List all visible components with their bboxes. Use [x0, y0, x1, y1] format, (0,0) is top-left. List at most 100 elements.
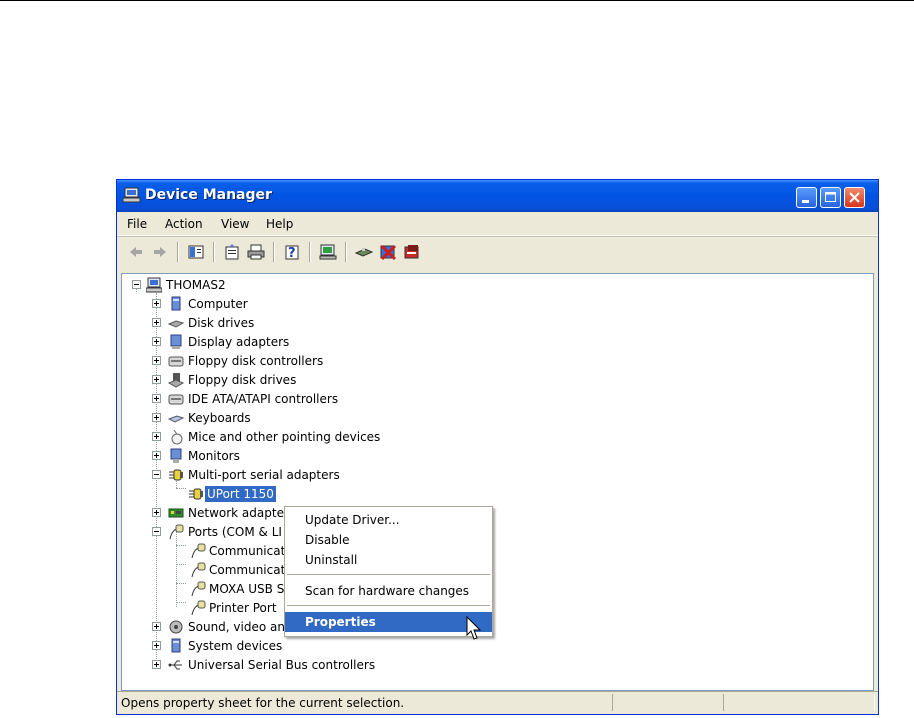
- tree-label: Mice and other pointing devices: [188, 430, 381, 444]
- tree-line: [176, 531, 177, 607]
- context-item-properties[interactable]: Properties: [285, 612, 492, 632]
- context-item-uninstall[interactable]: Uninstall: [285, 550, 492, 570]
- toolbar-separator: [345, 242, 347, 262]
- expand-icon[interactable]: [152, 432, 161, 441]
- toolbar-separator: [273, 242, 275, 262]
- expand-icon[interactable]: [152, 413, 161, 422]
- port-icon: [191, 562, 206, 578]
- expand-icon[interactable]: [152, 394, 161, 403]
- scan-hardware-icon[interactable]: [319, 243, 337, 261]
- tree-label: Ports (COM & LI: [188, 525, 282, 539]
- context-separator: [287, 605, 490, 606]
- tree-label: System devices: [188, 639, 283, 653]
- print-icon[interactable]: [247, 243, 265, 261]
- collapse-icon[interactable]: [152, 470, 161, 479]
- title-bar[interactable]: Device Manager: [117, 180, 878, 212]
- console-tree-icon[interactable]: [187, 243, 205, 261]
- help-icon[interactable]: ?: [283, 243, 301, 261]
- toolbar-separator: [177, 242, 179, 262]
- context-item-label: Uninstall: [305, 553, 358, 567]
- tree-line: [176, 602, 186, 603]
- expand-icon[interactable]: [152, 299, 161, 308]
- tree-label: Communicat: [209, 544, 286, 558]
- maximize-button[interactable]: [820, 187, 841, 208]
- expand-icon[interactable]: [152, 337, 161, 346]
- menu-help[interactable]: Help: [266, 217, 293, 231]
- ide-controller-icon: [168, 394, 184, 405]
- collapse-icon[interactable]: [152, 527, 161, 536]
- expand-icon[interactable]: [152, 375, 161, 384]
- close-button[interactable]: [844, 187, 865, 208]
- context-item-disable[interactable]: Disable: [285, 530, 492, 550]
- sound-icon: [169, 620, 183, 634]
- collapse-icon[interactable]: [132, 280, 141, 289]
- status-panel: [612, 694, 724, 711]
- tree-line: [176, 488, 186, 489]
- context-menu: Update Driver... Disable Uninstall Scan …: [284, 506, 493, 637]
- status-panel: [723, 694, 875, 711]
- back-arrow-icon[interactable]: [127, 243, 145, 261]
- network-adapter-icon: [168, 508, 184, 518]
- tree-label: Keyboards: [188, 411, 251, 425]
- menu-bar: File Action View Help: [117, 213, 878, 236]
- tree-label: Multi-port serial adapters: [188, 468, 340, 482]
- toolbar: ?: [117, 236, 878, 267]
- port-icon: [169, 524, 184, 540]
- maximize-icon: [825, 192, 836, 202]
- status-text: Opens property sheet for the current sel…: [121, 696, 405, 710]
- update-driver-icon[interactable]: [355, 243, 373, 261]
- toolbar-separator: [309, 242, 311, 262]
- toolbar-separator: [213, 242, 215, 262]
- page-top-rule: [0, 0, 914, 1]
- mouse-icon: [171, 429, 183, 445]
- expand-icon[interactable]: [152, 356, 161, 365]
- monitor-icon: [170, 448, 182, 463]
- status-bar: Opens property sheet for the current sel…: [117, 691, 878, 714]
- tree-label: THOMAS2: [166, 278, 226, 292]
- mouse-cursor-icon: [466, 616, 482, 640]
- uninstall-device-icon[interactable]: [403, 243, 421, 261]
- expand-icon[interactable]: [152, 660, 161, 669]
- port-icon: [191, 581, 206, 597]
- tree-line: [176, 545, 186, 546]
- svg-text:?: ?: [288, 246, 296, 261]
- menu-view[interactable]: View: [221, 217, 249, 231]
- properties-icon[interactable]: [223, 243, 241, 261]
- usb-icon: [168, 660, 182, 670]
- tree-label: Universal Serial Bus controllers: [188, 658, 376, 672]
- expand-icon[interactable]: [152, 641, 161, 650]
- tree-label: Disk drives: [188, 316, 255, 330]
- device-tree[interactable]: THOMAS2 Computer Disk drives Display ada…: [121, 273, 874, 691]
- tree-label: Communicat: [209, 563, 286, 577]
- system-device-icon: [171, 638, 181, 653]
- display-adapter-icon: [170, 334, 182, 349]
- computer-category-icon: [171, 296, 181, 311]
- expand-icon[interactable]: [152, 451, 161, 460]
- expand-icon[interactable]: [152, 318, 161, 327]
- tree-label: Monitors: [188, 449, 240, 463]
- tree-label: Computer: [188, 297, 248, 311]
- context-item-label: Scan for hardware changes: [305, 584, 470, 598]
- context-item-update-driver[interactable]: Update Driver...: [285, 510, 492, 530]
- computer-icon: [146, 277, 162, 293]
- floppy-drive-icon: [168, 373, 184, 388]
- serial-adapter-icon: [189, 488, 203, 500]
- menu-file[interactable]: File: [127, 217, 147, 231]
- disk-drive-icon: [168, 320, 184, 328]
- forward-arrow-icon[interactable]: [151, 243, 169, 261]
- computer-icon: [123, 187, 141, 203]
- expand-icon[interactable]: [152, 508, 161, 517]
- context-item-label: Properties: [305, 615, 376, 629]
- floppy-controller-icon: [168, 356, 184, 367]
- menu-action[interactable]: Action: [165, 217, 203, 231]
- keyboard-icon: [168, 415, 184, 423]
- minimize-button[interactable]: [796, 187, 817, 208]
- device-manager-window: Device Manager File Action View Help ? T…: [116, 179, 879, 715]
- disable-device-icon[interactable]: [379, 243, 397, 261]
- tree-label-selected: UPort 1150: [205, 486, 276, 502]
- expand-icon[interactable]: [152, 622, 161, 631]
- minimize-icon: [802, 200, 809, 203]
- context-item-scan-hardware[interactable]: Scan for hardware changes: [285, 581, 492, 601]
- serial-adapter-icon: [169, 469, 183, 481]
- tree-label: Network adapte: [188, 506, 284, 520]
